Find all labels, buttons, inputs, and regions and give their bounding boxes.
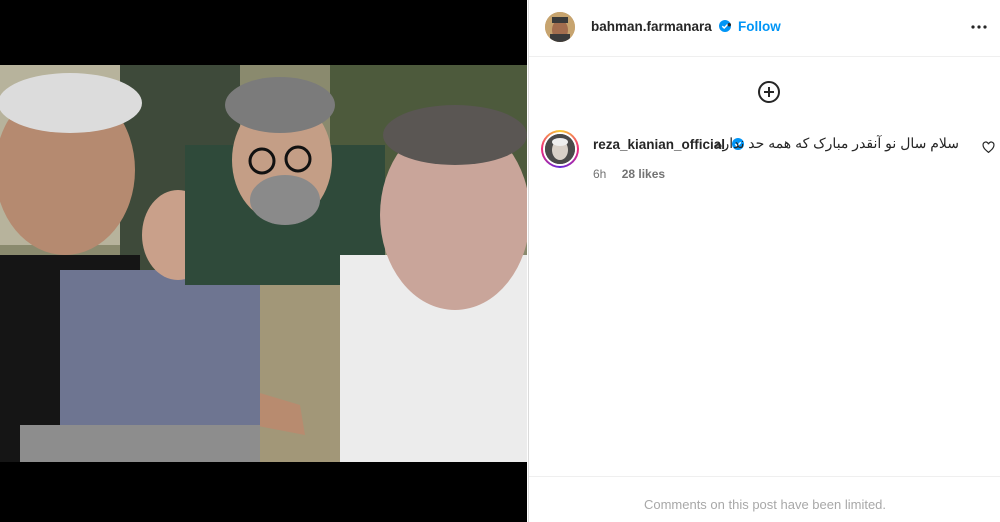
author-avatar[interactable] (545, 12, 575, 42)
post-details-panel: bahman.farmanara • Follow reza_kianian_o… (528, 0, 1000, 522)
caption-likes[interactable]: 28 likes (622, 167, 665, 181)
author-username[interactable]: bahman.farmanara (591, 19, 731, 34)
caption-time[interactable]: 6h (593, 167, 606, 181)
plus-circle-icon[interactable] (757, 80, 781, 104)
caption-comment: reza_kianian_official سلام سال نو آنقدر … (541, 130, 995, 190)
heart-icon[interactable] (982, 141, 995, 154)
caption-meta: 6h 28 likes (593, 167, 677, 181)
post-photo[interactable] (0, 65, 527, 462)
author-username-text: bahman.farmanara (591, 19, 712, 34)
follow-button[interactable]: Follow (738, 19, 781, 34)
caption-avatar[interactable] (541, 130, 579, 168)
photo-illustration (0, 65, 527, 462)
separator-dot: • (727, 17, 732, 32)
post-header: bahman.farmanara • Follow (529, 0, 1000, 57)
more-horizontal-icon[interactable] (969, 19, 989, 35)
author-avatar-image (545, 12, 575, 42)
caption-avatar-image (545, 134, 575, 164)
comments-limited-notice: Comments on this post have been limited. (529, 476, 1000, 522)
caption-text: سلام سال نو آنقدر مبارک که همه حد نداره (715, 135, 959, 151)
post-media[interactable] (0, 0, 527, 522)
caption-username-text: reza_kianian_official (593, 137, 726, 152)
